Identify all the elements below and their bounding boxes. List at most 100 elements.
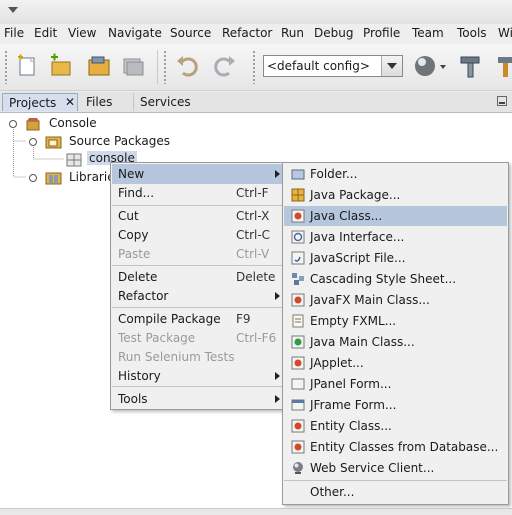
redo-icon[interactable] [211, 53, 237, 79]
panel-form-icon [291, 378, 305, 390]
menu-item-tools[interactable]: Tools [112, 389, 284, 409]
menu-item-label: JFrame Form... [310, 398, 397, 412]
menu-team[interactable]: Team [412, 26, 444, 40]
chevron-down-icon[interactable] [381, 56, 402, 76]
tree-toggle[interactable] [9, 120, 17, 128]
minimize-window-icon[interactable] [497, 96, 507, 106]
menu-item-label: Java Interface... [310, 230, 405, 244]
menu-item-find[interactable]: Find... Ctrl-F [112, 183, 284, 203]
tab-services[interactable]: Services [134, 93, 204, 111]
submenu-item-other[interactable]: Other... [284, 482, 507, 502]
menu-item-shortcut: Delete [236, 270, 276, 284]
menu-item-label: Folder... [310, 167, 358, 181]
close-icon[interactable]: ✕ [65, 95, 75, 109]
menu-item-label: Find... [118, 186, 155, 200]
context-menu: New Find... Ctrl-F Cut Ctrl-X Copy Ctrl-… [110, 162, 286, 410]
submenu-item-jpanel-form[interactable]: JPanel Form... [284, 374, 507, 394]
clean-build-icon[interactable] [494, 53, 512, 79]
submenu-item-java-class[interactable]: Java Class... [284, 206, 507, 226]
globe-icon[interactable] [413, 53, 446, 79]
submenu-item-css[interactable]: Cascading Style Sheet... [284, 269, 507, 289]
submenu-item-java-package[interactable]: Java Package... [284, 185, 507, 205]
menu-item-shortcut: Ctrl-F [236, 186, 269, 200]
menu-refactor[interactable]: Refactor [222, 26, 272, 40]
submenu-item-java-main-class[interactable]: Java Main Class... [284, 332, 507, 352]
entity-class-icon [291, 419, 305, 433]
menu-item-delete[interactable]: Delete Delete [112, 267, 284, 287]
javascript-file-icon [291, 251, 305, 265]
menu-source[interactable]: Source [170, 26, 211, 40]
java-main-class-icon [291, 335, 305, 349]
submenu-item-empty-fxml[interactable]: Empty FXML... [284, 311, 507, 331]
menu-item-test-package[interactable]: Test Package Ctrl-F6 [112, 328, 284, 348]
menu-item-label: JavaScript File... [310, 251, 406, 265]
tree-toggle[interactable] [29, 174, 37, 182]
fxml-file-icon [292, 314, 304, 328]
menu-item-label: Cut [118, 209, 139, 223]
new-file-icon[interactable] [14, 53, 40, 79]
new-project-icon[interactable] [48, 53, 74, 79]
submenu-item-entity-classes-from-database[interactable]: Entity Classes from Database... [284, 437, 507, 457]
menu-separator [112, 386, 284, 387]
menu-profile[interactable]: Profile [363, 26, 400, 40]
submenu-item-java-interface[interactable]: Java Interface... [284, 227, 507, 247]
submenu-arrow-icon [275, 170, 280, 178]
tree-node-libraries[interactable]: Librarie [69, 170, 115, 184]
menu-navigate[interactable]: Navigate [108, 26, 162, 40]
menu-item-refactor[interactable]: Refactor [112, 286, 284, 306]
submenu-item-jframe-form[interactable]: JFrame Form... [284, 395, 507, 415]
hammer-icon[interactable] [457, 53, 483, 79]
tree-toggle[interactable] [29, 138, 37, 146]
submenu-item-japplet[interactable]: JApplet... [284, 353, 507, 373]
submenu-arrow-icon [275, 372, 280, 380]
menu-view[interactable]: View [68, 26, 96, 40]
submenu-item-web-service-client[interactable]: Web Service Client... [284, 458, 507, 478]
menu-item-new[interactable]: New [112, 164, 284, 184]
menu-bar: File Edit View Navigate Source Refactor … [0, 24, 512, 44]
toolbar-grip[interactable] [163, 50, 167, 84]
menu-item-cut[interactable]: Cut Ctrl-X [112, 206, 284, 226]
tab-projects[interactable]: Projects ✕ [2, 93, 78, 111]
menu-item-copy[interactable]: Copy Ctrl-C [112, 225, 284, 245]
window-menu-arrow-icon[interactable] [8, 7, 18, 13]
tree-node-source-packages[interactable]: Source Packages [69, 134, 170, 148]
menu-separator [284, 480, 507, 481]
tab-files[interactable]: Files [80, 93, 134, 111]
submenu-item-folder[interactable]: Folder... [284, 164, 507, 184]
submenu-item-javascript-file[interactable]: JavaScript File... [284, 248, 507, 268]
menu-item-shortcut: Ctrl-V [236, 247, 270, 261]
menu-item-run-selenium-tests[interactable]: Run Selenium Tests [112, 347, 284, 367]
javafx-class-icon [291, 293, 305, 307]
configuration-combo[interactable]: <default config> [263, 55, 403, 77]
submenu-item-entity-class[interactable]: Entity Class... [284, 416, 507, 436]
menu-item-label: Entity Class... [310, 419, 392, 433]
menu-item-label: Cascading Style Sheet... [310, 272, 457, 286]
menu-run[interactable]: Run [281, 26, 304, 40]
menu-item-label: Delete [118, 270, 158, 284]
java-package-icon [291, 188, 305, 202]
java-class-icon [291, 209, 305, 223]
menu-edit[interactable]: Edit [34, 26, 57, 40]
package-icon [66, 153, 82, 167]
menu-item-label: Java Main Class... [310, 335, 415, 349]
menu-item-history[interactable]: History [112, 366, 284, 386]
menu-item-compile-package[interactable]: Compile Package F9 [112, 309, 284, 329]
menu-item-label: Refactor [118, 289, 169, 303]
menu-tools[interactable]: Tools [457, 26, 487, 40]
menu-item-label: Web Service Client... [310, 461, 435, 475]
toolbar-grip[interactable] [252, 50, 256, 84]
menu-file[interactable]: File [4, 26, 24, 40]
stylesheet-icon [292, 273, 304, 285]
undo-icon[interactable] [175, 53, 201, 79]
submenu-item-javafx-main-class[interactable]: JavaFX Main Class... [284, 290, 507, 310]
toolbar-grip[interactable] [4, 50, 8, 84]
menu-item-paste[interactable]: Paste Ctrl-V [112, 244, 284, 264]
configuration-value: <default config> [267, 59, 370, 73]
menu-item-shortcut: Ctrl-F6 [236, 331, 277, 345]
tree-node-project[interactable]: Console [49, 116, 97, 130]
open-project-icon[interactable] [86, 53, 112, 79]
menu-debug[interactable]: Debug [314, 26, 353, 40]
menu-item-label: Java Package... [310, 188, 401, 202]
close-project-icon[interactable] [120, 53, 146, 79]
menu-window[interactable]: Wi [498, 26, 512, 40]
